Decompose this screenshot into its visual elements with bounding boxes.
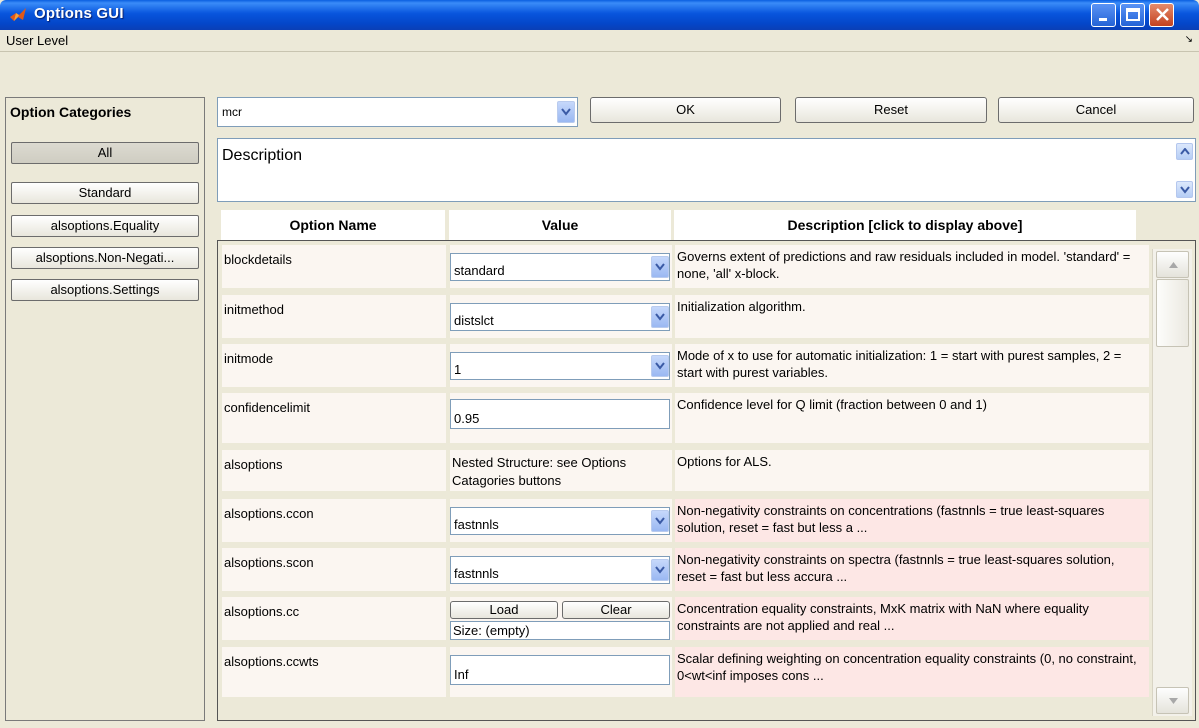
option-description[interactable]: Confidence level for Q limit (fraction b…: [675, 393, 1149, 443]
column-header-description: Description [click to display above]: [674, 210, 1136, 240]
table-scrollbar[interactable]: [1152, 249, 1192, 716]
chevron-down-icon[interactable]: [651, 510, 669, 532]
option-name: alsoptions.scon: [222, 548, 446, 591]
nested-structure-note: Nested Structure: see Options Catagories…: [452, 455, 627, 488]
option-description[interactable]: Non-negativity constraints on concentrat…: [675, 499, 1149, 542]
maximize-button[interactable]: [1120, 3, 1145, 27]
chevron-down-icon[interactable]: [651, 355, 669, 377]
option-name: blockdetails: [222, 245, 446, 288]
option-value-cell: standard: [450, 245, 672, 288]
table-row: alsoptions.cc Load Clear Size: (empty) C…: [222, 597, 1149, 640]
option-description[interactable]: Mode of x to use for automatic initializ…: [675, 344, 1149, 387]
option-value-cell: 0.95: [450, 393, 672, 443]
scroll-up-button[interactable]: [1156, 251, 1189, 278]
table-row: alsoptions.scon fastnnls Non-negativity …: [222, 548, 1149, 591]
reset-button[interactable]: Reset: [795, 97, 987, 123]
option-name: initmethod: [222, 295, 446, 338]
option-value-cell: 1: [450, 344, 672, 387]
table-row: alsoptions.ccon fastnnls Non-negativity …: [222, 499, 1149, 542]
select-value: fastnnls: [454, 566, 499, 581]
minimize-icon: [1092, 4, 1115, 26]
arrow-up-icon: [1169, 262, 1178, 268]
option-categories-panel: Option Categories All Standard alsoption…: [5, 97, 205, 721]
category-all-button[interactable]: All: [11, 142, 199, 164]
matlab-icon: [10, 8, 26, 21]
option-value-cell: distslct: [450, 295, 672, 338]
window-title: Options GUI: [34, 5, 124, 22]
table-row: initmode 1 Mode of x to use for automati…: [222, 344, 1149, 387]
function-select[interactable]: mcr: [217, 97, 578, 127]
title-bar[interactable]: Options GUI: [0, 0, 1199, 30]
scroll-down-icon[interactable]: [1176, 181, 1193, 198]
dock-arrow-icon[interactable]: ↘: [1185, 34, 1193, 45]
scroll-down-button[interactable]: [1156, 687, 1189, 714]
option-value-cell: Load Clear Size: (empty): [450, 597, 672, 640]
option-name: confidencelimit: [222, 393, 446, 443]
option-value-cell: fastnnls: [450, 548, 672, 591]
ccon-select[interactable]: fastnnls: [450, 507, 670, 535]
minimize-button[interactable]: [1091, 3, 1116, 27]
option-name: alsoptions: [222, 450, 446, 491]
option-description[interactable]: Scalar defining weighting on concentrati…: [675, 647, 1149, 697]
function-select-value: mcr: [222, 105, 242, 119]
option-name: alsoptions.cc: [222, 597, 446, 640]
blockdetails-select[interactable]: standard: [450, 253, 670, 281]
table-row: confidencelimit 0.95 Confidence level fo…: [222, 393, 1149, 443]
option-description[interactable]: Non-negativity constraints on spectra (f…: [675, 548, 1149, 591]
categories-header: Option Categories: [10, 104, 132, 120]
maximize-icon: [1121, 4, 1144, 26]
option-description[interactable]: Governs extent of predictions and raw re…: [675, 245, 1149, 288]
clear-button[interactable]: Clear: [562, 601, 670, 619]
option-value-cell: fastnnls: [450, 499, 672, 542]
scon-select[interactable]: fastnnls: [450, 556, 670, 584]
menu-user-level[interactable]: User Level: [6, 33, 68, 48]
select-value: 1: [454, 362, 462, 377]
description-label: Description: [222, 147, 303, 164]
category-settings-button[interactable]: alsoptions.Settings: [11, 279, 199, 301]
option-name: alsoptions.ccwts: [222, 647, 446, 697]
arrow-down-icon: [1169, 698, 1178, 704]
input-value: 0.95: [454, 411, 480, 426]
description-display[interactable]: Description: [217, 138, 1196, 202]
ok-button[interactable]: OK: [590, 97, 781, 123]
select-value: standard: [454, 263, 505, 278]
column-header-value: Value: [449, 210, 671, 240]
load-button[interactable]: Load: [450, 601, 558, 619]
table-row: alsoptions Nested Structure: see Options…: [222, 450, 1149, 491]
close-icon: [1150, 4, 1173, 26]
close-button[interactable]: [1149, 3, 1174, 27]
column-header-option-name: Option Name: [221, 210, 445, 240]
size-display: Size: (empty): [450, 621, 670, 640]
chevron-down-icon[interactable]: [651, 256, 669, 278]
initmethod-select[interactable]: distslct: [450, 303, 670, 331]
select-value: distslct: [454, 313, 494, 328]
table-row: alsoptions.ccwts Inf Scalar defining wei…: [222, 647, 1149, 697]
scroll-up-icon[interactable]: [1176, 143, 1193, 160]
table-row: initmethod distslct Initialization algor…: [222, 295, 1149, 338]
menu-bar: User Level ↘: [0, 30, 1199, 52]
input-value: Inf: [454, 667, 469, 682]
category-standard-button[interactable]: Standard: [11, 182, 199, 204]
ccwts-input[interactable]: Inf: [450, 655, 670, 685]
chevron-down-icon[interactable]: [557, 101, 575, 123]
category-non-negativity-button[interactable]: alsoptions.Non-Negati...: [11, 247, 199, 269]
option-value-cell: Nested Structure: see Options Catagories…: [450, 450, 672, 491]
option-name: alsoptions.ccon: [222, 499, 446, 542]
category-equality-button[interactable]: alsoptions.Equality: [11, 215, 199, 237]
select-value: fastnnls: [454, 517, 499, 532]
table-row: blockdetails standard Governs extent of …: [222, 245, 1149, 288]
options-table: blockdetails standard Governs extent of …: [217, 240, 1196, 721]
chevron-down-icon[interactable]: [651, 306, 669, 328]
confidencelimit-input[interactable]: 0.95: [450, 399, 670, 429]
chevron-down-icon[interactable]: [651, 559, 669, 581]
option-description[interactable]: Options for ALS.: [675, 450, 1149, 491]
initmode-select[interactable]: 1: [450, 352, 670, 380]
option-name: initmode: [222, 344, 446, 387]
option-value-cell: Inf: [450, 647, 672, 697]
cancel-button[interactable]: Cancel: [998, 97, 1194, 123]
option-description[interactable]: Concentration equality constraints, MxK …: [675, 597, 1149, 640]
scroll-thumb[interactable]: [1156, 279, 1189, 347]
option-description[interactable]: Initialization algorithm.: [675, 295, 1149, 338]
